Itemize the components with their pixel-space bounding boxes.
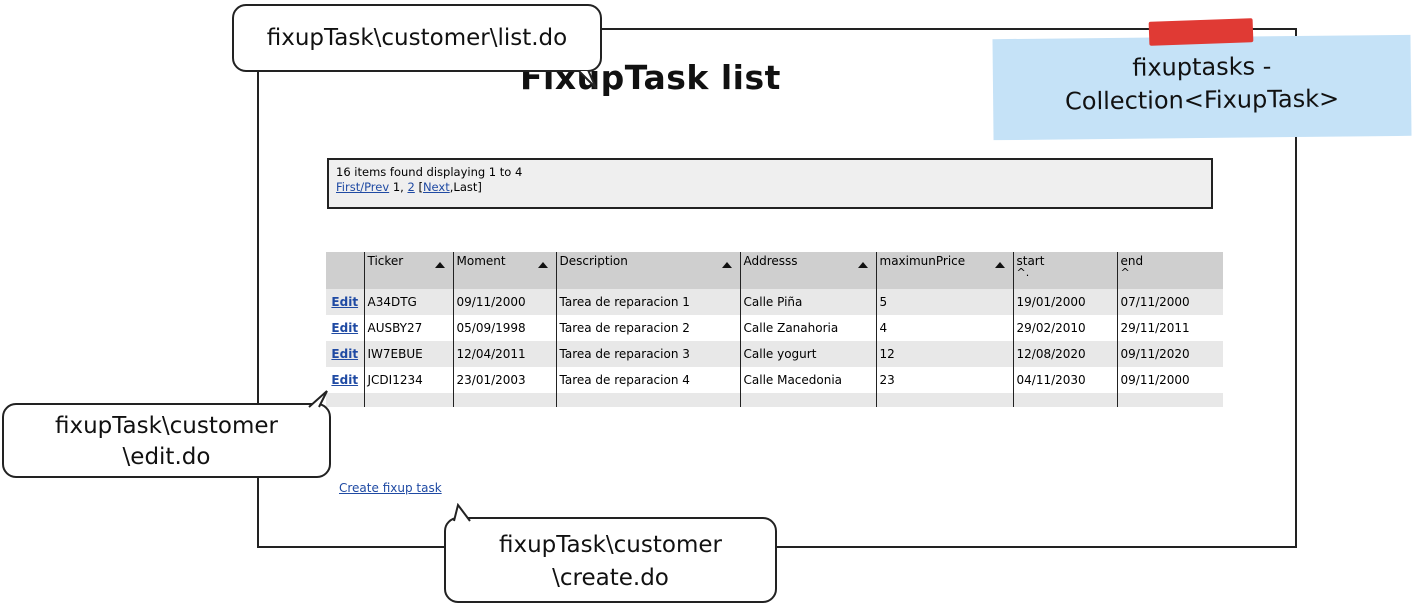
edit-cell: Edit — [326, 289, 364, 315]
edit-cell: Edit — [326, 367, 364, 393]
cell-description: Tarea de reparacion 1 — [555, 289, 740, 315]
pager-box: 16 items found displaying 1 to 4 First/P… — [327, 158, 1213, 209]
cell-end: 09/11/2000 — [1116, 367, 1223, 393]
header-moment-label: Moment — [456, 254, 506, 268]
cell-maximun-price: 23 — [875, 367, 1013, 393]
cell-moment: 23/01/2003 — [452, 367, 556, 393]
cell-description: Tarea de reparacion 2 — [555, 315, 740, 341]
callout-list: fixupTask\customer\list.do — [232, 4, 602, 89]
header-description[interactable]: Description — [555, 252, 740, 289]
cell-end: 29/11/2011 — [1116, 315, 1223, 341]
edit-link[interactable]: Edit — [331, 295, 358, 309]
header-address-label: Addresss — [743, 254, 798, 268]
header-maximun-price-label: maximunPrice — [879, 254, 966, 268]
callout-edit: fixupTask\customer \edit.do — [2, 390, 331, 478]
header-actions — [326, 252, 364, 289]
cell-start: 04/11/2030 — [1012, 367, 1117, 393]
header-maximun-price[interactable]: maximunPrice — [875, 252, 1013, 289]
cell-ticker: JCDI1234 — [363, 367, 453, 393]
edit-link[interactable]: Edit — [331, 373, 358, 387]
table-row: Edit IW7EBUE 12/04/2011 Tarea de reparac… — [326, 341, 1223, 367]
sort-caret-icon[interactable]: ^ — [1121, 267, 1221, 278]
edit-link[interactable]: Edit — [331, 321, 358, 335]
callout-tail-icon — [576, 70, 597, 89]
sort-arrow-icon[interactable] — [994, 262, 1005, 268]
cell-start: 19/01/2000 — [1012, 289, 1117, 315]
edit-link[interactable]: Edit — [331, 347, 358, 361]
pager-page-2-link[interactable]: 2 — [407, 180, 414, 194]
cell-end: 09/11/2020 — [1116, 341, 1223, 367]
cell-maximun-price: 5 — [875, 289, 1013, 315]
note-line-1: fixuptasks - — [1132, 52, 1272, 82]
header-ticker[interactable]: Ticker — [363, 252, 453, 289]
sort-arrow-icon[interactable] — [537, 262, 548, 268]
pager-separator: , — [400, 180, 404, 194]
table-row: Edit AUSBY27 05/09/1998 Tarea de reparac… — [326, 315, 1223, 341]
header-moment[interactable]: Moment — [452, 252, 556, 289]
pager-last: ,Last] — [449, 180, 482, 194]
callout-edit-line-2: \edit.do — [122, 444, 211, 470]
pager-first-prev-link[interactable]: First/Prev — [336, 180, 389, 194]
cell-description: Tarea de reparacion 3 — [555, 341, 740, 367]
pager-links: First/Prev 1, 2 [Next,Last] — [336, 180, 1211, 195]
cell-moment: 05/09/1998 — [452, 315, 556, 341]
cell-address: Calle yogurt — [739, 341, 876, 367]
cell-start: 12/08/2020 — [1012, 341, 1117, 367]
create-fixup-task-link[interactable]: Create fixup task — [339, 481, 442, 495]
cell-maximun-price: 12 — [875, 341, 1013, 367]
sort-arrow-icon[interactable] — [857, 262, 868, 268]
cell-address: Calle Piña — [739, 289, 876, 315]
cell-moment: 09/11/2000 — [452, 289, 556, 315]
cell-address: Calle Zanahoria — [739, 315, 876, 341]
edit-cell: Edit — [326, 341, 364, 367]
callout-create-line-1: fixupTask\customer — [499, 532, 722, 558]
header-start[interactable]: start ^. — [1012, 252, 1117, 289]
table-row-empty — [326, 393, 1223, 407]
cell-ticker: AUSBY27 — [363, 315, 453, 341]
cell-end: 07/11/2000 — [1116, 289, 1223, 315]
sort-caret-icon[interactable]: ^. — [1017, 267, 1114, 278]
callout-list-text: fixupTask\customer\list.do — [266, 25, 568, 51]
table-header-row: Ticker Moment Description Addresss maxim… — [326, 252, 1223, 289]
edit-cell: Edit — [326, 315, 364, 341]
header-ticker-label: Ticker — [367, 254, 404, 268]
cell-ticker: A34DTG — [363, 289, 453, 315]
cell-start: 29/02/2010 — [1012, 315, 1117, 341]
callout-create-line-2: \create.do — [552, 565, 669, 591]
header-end[interactable]: end ^ — [1116, 252, 1223, 289]
table-row: Edit JCDI1234 23/01/2003 Tarea de repara… — [326, 367, 1223, 393]
sticky-note: fixuptasks - Collection<FixupTask> — [992, 34, 1412, 141]
note-line-2: Collection<FixupTask> — [1064, 84, 1340, 116]
sort-arrow-icon[interactable] — [721, 262, 732, 268]
tape-strip — [1148, 18, 1254, 46]
cell-ticker: IW7EBUE — [363, 341, 453, 367]
pager-summary: 16 items found displaying 1 to 4 — [336, 165, 523, 179]
cell-address: Calle Macedonia — [739, 367, 876, 393]
cell-description: Tarea de reparacion 4 — [555, 367, 740, 393]
callout-edit-line-1: fixupTask\customer — [55, 413, 278, 439]
header-address[interactable]: Addresss — [739, 252, 876, 289]
callout-tail-icon — [453, 503, 471, 522]
cell-maximun-price: 4 — [875, 315, 1013, 341]
table-row: Edit A34DTG 09/11/2000 Tarea de reparaci… — [326, 289, 1223, 315]
pager-next-link[interactable]: Next — [423, 180, 450, 194]
callout-create: fixupTask\customer \create.do — [444, 503, 777, 603]
cell-moment: 12/04/2011 — [452, 341, 556, 367]
header-description-label: Description — [559, 254, 628, 268]
callout-tail-icon — [308, 390, 328, 408]
fixuptask-table: Ticker Moment Description Addresss maxim… — [326, 252, 1223, 407]
sort-arrow-icon[interactable] — [434, 262, 445, 268]
